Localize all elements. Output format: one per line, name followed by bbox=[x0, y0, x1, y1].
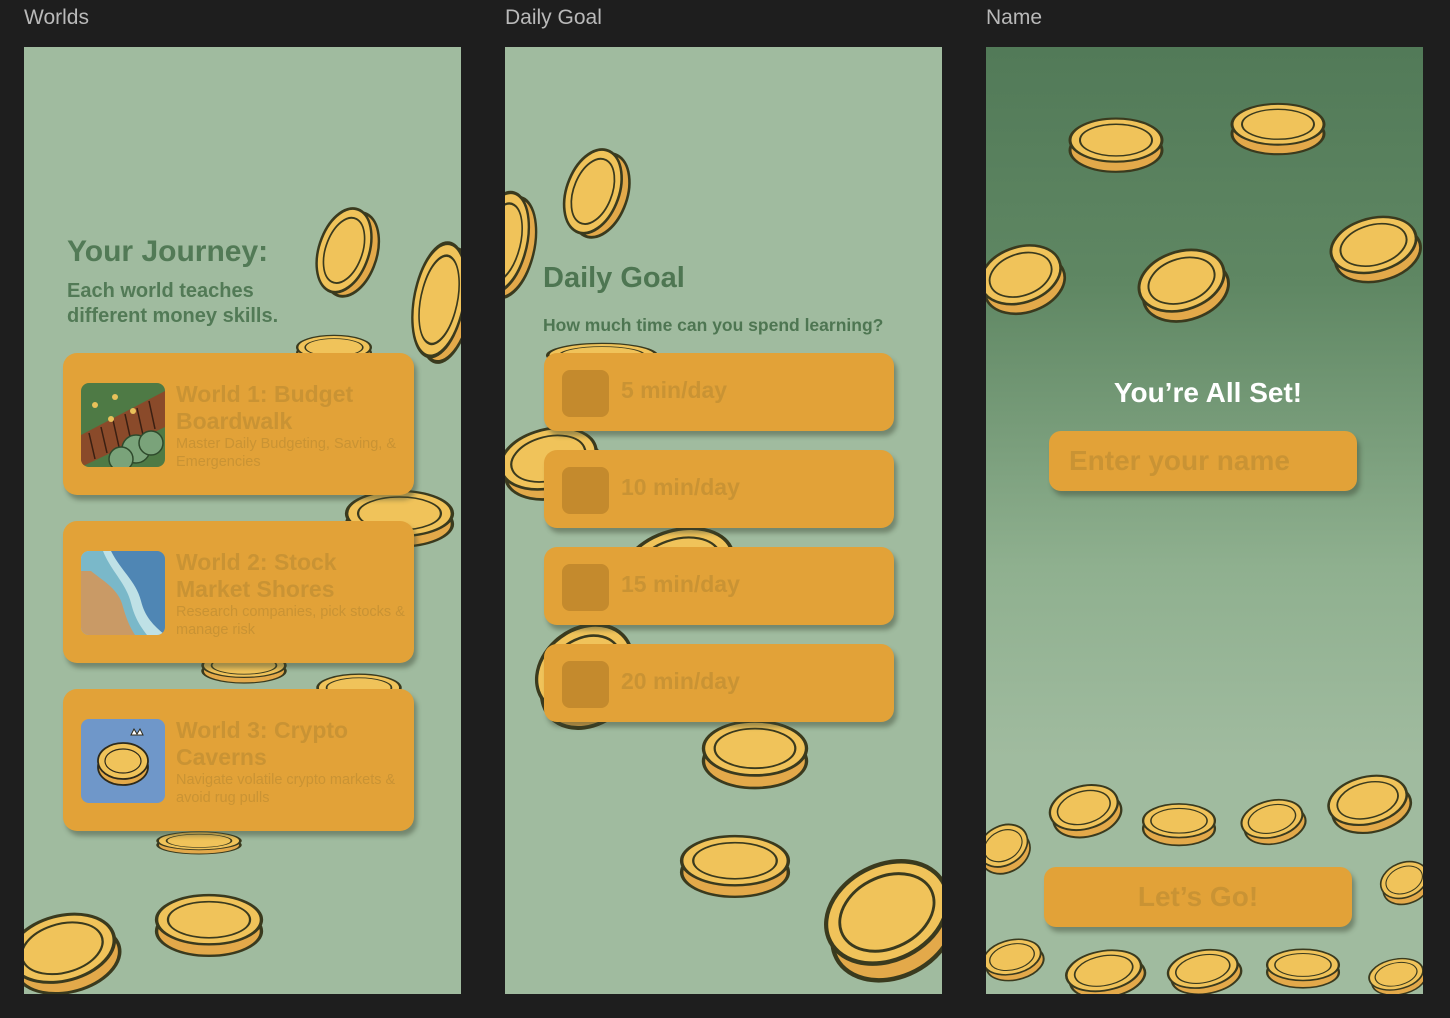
world-card-crypto-caverns[interactable]: World 3: Crypto Caverns Navigate volatil… bbox=[63, 689, 414, 831]
coin-icon bbox=[1324, 767, 1414, 839]
coin-icon bbox=[1264, 941, 1342, 993]
world-name: World 3: Crypto Caverns bbox=[176, 717, 349, 770]
frame-title-name: Name bbox=[986, 6, 1043, 29]
coin-icon bbox=[1164, 943, 1244, 994]
world-card-budget-boardwalk[interactable]: World 1: Budget Boardwalk Master Daily B… bbox=[63, 353, 414, 495]
coin-icon bbox=[986, 235, 1068, 321]
world-description: Navigate volatile crypto markets & avoid… bbox=[176, 772, 396, 806]
coin-icon bbox=[152, 882, 266, 964]
page-subtitle: Each world teaches different money skill… bbox=[67, 280, 279, 327]
frame-title-daily-goal: Daily Goal bbox=[505, 6, 602, 29]
coin-icon bbox=[1066, 107, 1166, 179]
goal-option-15-min[interactable]: 15 min/day bbox=[544, 547, 894, 625]
coin-icon bbox=[986, 817, 1032, 879]
world-description: Master Daily Budgeting, Saving, & Emerge… bbox=[176, 436, 397, 470]
goal-option-5-min[interactable]: 5 min/day bbox=[544, 353, 894, 431]
coin-icon bbox=[1378, 855, 1423, 909]
coin-icon bbox=[1366, 953, 1423, 994]
world-name: World 1: Budget Boardwalk bbox=[176, 381, 354, 434]
option-label: 20 min/day bbox=[621, 668, 740, 694]
goal-question: How much time can you spend learning? bbox=[543, 315, 884, 335]
crowned-coin-icon bbox=[81, 719, 165, 803]
goal-option-20-min[interactable]: 20 min/day bbox=[544, 644, 894, 722]
option-label: 15 min/day bbox=[621, 571, 740, 597]
boardwalk-icon bbox=[81, 383, 165, 467]
option-checkbox[interactable] bbox=[562, 467, 609, 514]
coin-icon bbox=[1326, 207, 1423, 289]
coin-icon bbox=[505, 187, 545, 302]
page-title: You’re All Set! bbox=[1113, 377, 1303, 408]
coin-icon bbox=[1134, 239, 1232, 329]
coin-icon bbox=[1228, 93, 1328, 161]
coin-icon bbox=[154, 827, 244, 857]
daily-goal-screen: Daily Goal How much time can you spend l… bbox=[505, 47, 942, 994]
name-input[interactable] bbox=[1049, 431, 1357, 491]
lets-go-button[interactable]: Let’s Go! bbox=[1044, 867, 1352, 927]
name-screen: You’re All Set! Let’s Go! bbox=[986, 47, 1423, 994]
world-name: World 2: Stock Market Shores bbox=[176, 549, 337, 602]
coin-icon bbox=[819, 843, 942, 993]
frame-title-worlds: Worlds bbox=[24, 6, 89, 29]
coin-icon bbox=[1238, 793, 1308, 849]
coin-icon bbox=[24, 902, 124, 994]
page-title: Daily Goal bbox=[543, 262, 685, 294]
coin-icon bbox=[402, 237, 461, 367]
option-label: 5 min/day bbox=[621, 377, 728, 403]
option-checkbox[interactable] bbox=[562, 564, 609, 611]
coin-icon bbox=[1046, 777, 1124, 843]
world-card-stock-market-shores[interactable]: World 2: Stock Market Shores Research co… bbox=[63, 521, 414, 663]
option-label: 10 min/day bbox=[621, 474, 740, 500]
coin-icon bbox=[986, 933, 1046, 985]
goal-option-10-min[interactable]: 10 min/day bbox=[544, 450, 894, 528]
worlds-screen: Your Journey: Each world teaches differe… bbox=[24, 47, 461, 994]
shore-icon bbox=[81, 551, 165, 635]
coin-icon bbox=[677, 823, 793, 905]
option-checkbox[interactable] bbox=[562, 661, 609, 708]
option-checkbox[interactable] bbox=[562, 370, 609, 417]
world-description: Research companies, pick stocks & manage… bbox=[176, 604, 405, 638]
coin-icon bbox=[1062, 943, 1148, 994]
page-title: Your Journey: bbox=[67, 235, 269, 268]
coin-icon bbox=[553, 145, 639, 241]
coin-icon bbox=[1140, 795, 1218, 851]
